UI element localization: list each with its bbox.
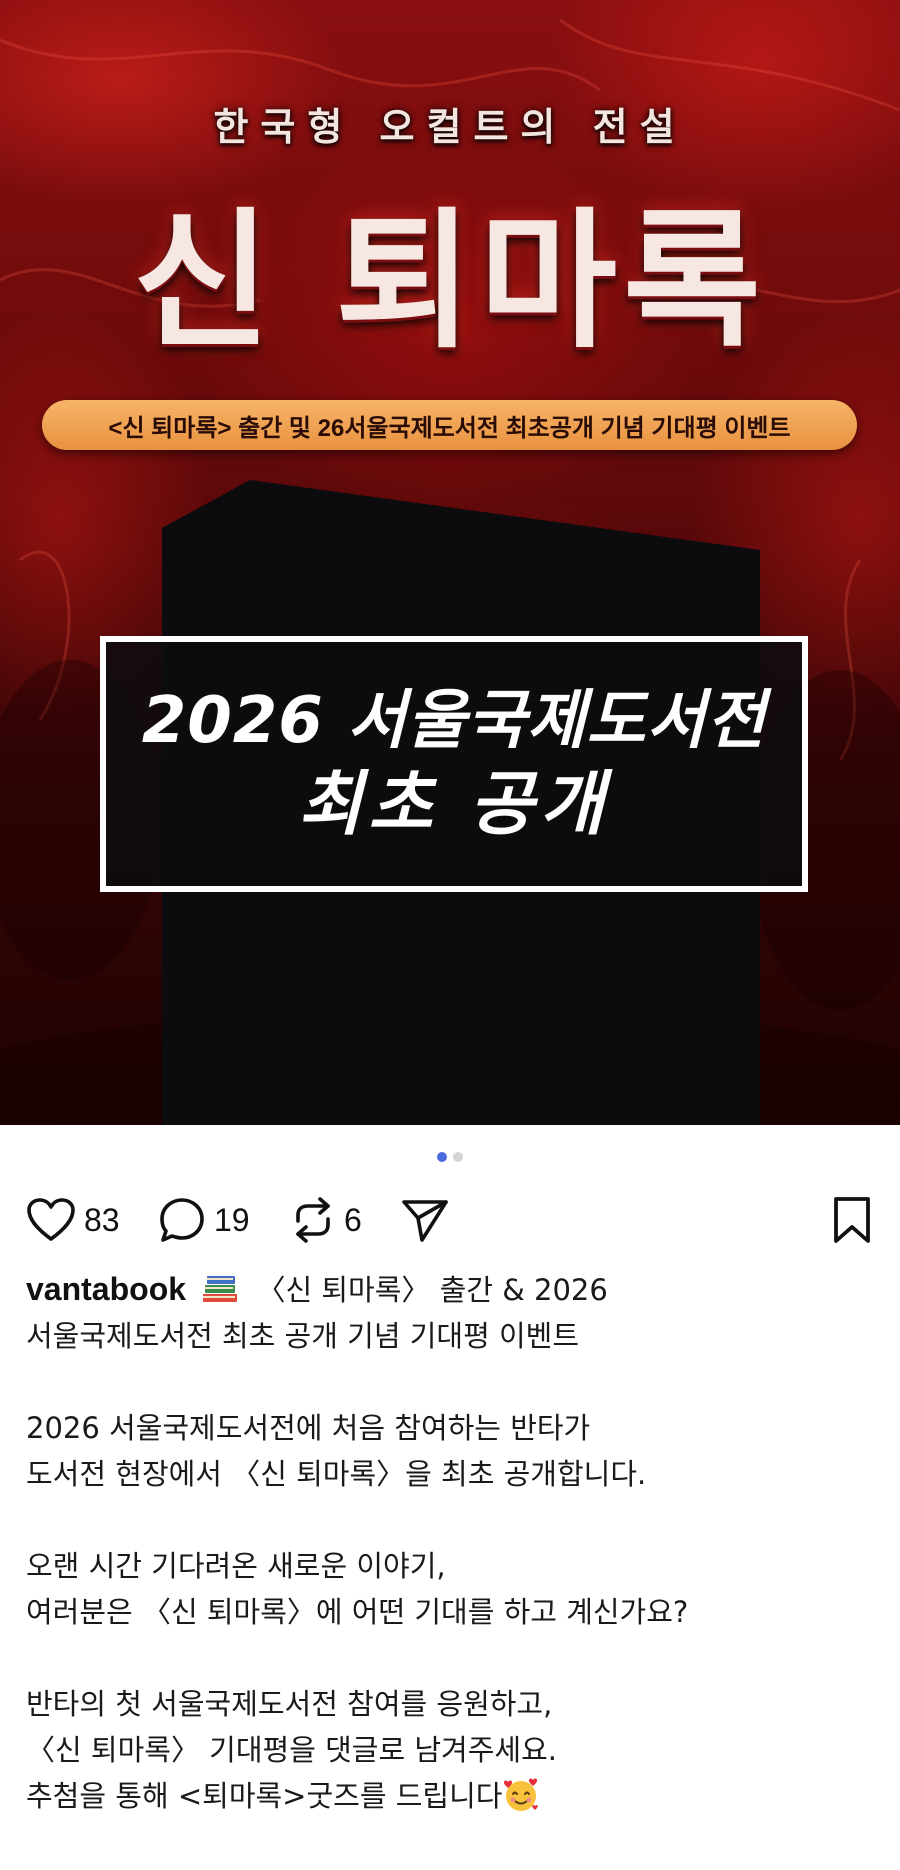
reveal-subheadline: 최초 공개 — [298, 763, 610, 845]
reveal-headline: 2026 서울국제도서전 — [141, 684, 767, 758]
share-icon — [400, 1196, 450, 1244]
bookmark-button[interactable] — [830, 1190, 874, 1250]
caption-line-9-wrap: 추첨을 통해 <퇴마록>굿즈를 드립니다 — [26, 1773, 876, 1819]
username-link[interactable]: vantabook — [26, 1271, 186, 1307]
repost-button[interactable]: 6 — [290, 1190, 362, 1250]
reveal-box: 2026 서울국제도서전 최초 공개 — [100, 636, 808, 892]
repost-count: 6 — [344, 1201, 362, 1238]
like-count: 83 — [84, 1201, 120, 1238]
event-banner: <신 퇴마록> 출간 및 26서울국제도서전 최초공개 기념 기대평 이벤트 — [42, 400, 857, 450]
repost-icon — [290, 1195, 336, 1245]
smiling-face-with-hearts-emoji — [502, 1776, 540, 1814]
share-button[interactable] — [400, 1190, 450, 1250]
caption-line-6: 여러분은 〈신 퇴마록〉에 어떤 기대를 하고 계신가요? — [26, 1595, 689, 1629]
comment-button[interactable]: 19 — [158, 1190, 250, 1250]
like-button[interactable]: 83 — [26, 1190, 120, 1250]
caption-line-3: 2026 서울국제도서전에 처음 참여하는 반타가 — [26, 1411, 591, 1445]
comment-icon — [158, 1196, 206, 1244]
action-bar: 83 19 6 — [26, 1190, 874, 1250]
caption-line-4: 도서전 현장에서 〈신 퇴마록〉을 최초 공개합니다. — [26, 1457, 647, 1491]
post-caption: vantabook 〈신 퇴마록〉 출간 & 2026 서울국제도서전 최초 공… — [26, 1266, 876, 1819]
caption-line: vantabook 〈신 퇴마록〉 출간 & 2026 — [26, 1266, 876, 1313]
caption-line-1: 〈신 퇴마록〉 출간 & 2026 — [256, 1273, 608, 1307]
poster-tagline: 한국형 오컬트의 전설 — [213, 104, 687, 149]
bookmark-icon — [830, 1195, 874, 1245]
carousel-dot-active[interactable] — [437, 1152, 447, 1162]
caption-line-8: 〈신 퇴마록〉 기대평을 댓글로 남겨주세요. — [26, 1733, 557, 1767]
caption-line-5: 오랜 시간 기다려온 새로운 이야기, — [26, 1549, 446, 1583]
post-image[interactable]: 한국형 오컬트의 전설 신 퇴마록 <신 퇴마록> 출간 및 26서울국제도서전… — [0, 0, 900, 1125]
poster-title: 신 퇴마록 — [132, 193, 768, 369]
caption-line-9: 추첨을 통해 <퇴마록>굿즈를 드립니다 — [26, 1779, 503, 1813]
event-banner-text: <신 퇴마록> 출간 및 26서울국제도서전 최초공개 기념 기대평 이벤트 — [108, 414, 791, 442]
carousel-indicator — [0, 1152, 900, 1162]
comment-count: 19 — [214, 1201, 250, 1238]
caption-line-2: 서울국제도서전 최초 공개 기념 기대평 이벤트 — [26, 1319, 580, 1353]
books-emoji — [201, 1271, 239, 1303]
carousel-dot[interactable] — [453, 1152, 463, 1162]
caption-line-7: 반타의 첫 서울국제도서전 참여를 응원하고, — [26, 1687, 553, 1721]
heart-icon — [26, 1197, 76, 1243]
